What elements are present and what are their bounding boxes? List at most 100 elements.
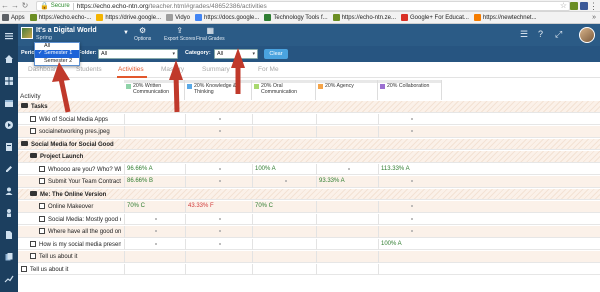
chart-icon[interactable] bbox=[4, 274, 14, 284]
grade-cell[interactable] bbox=[185, 213, 252, 225]
bookmark-item[interactable]: Apps bbox=[2, 14, 25, 21]
activity-row[interactable]: Wiki of Social Media Apps bbox=[18, 113, 600, 125]
tab-dashboard[interactable]: Dashboard bbox=[28, 66, 60, 73]
category-column-header[interactable]: 20% Oral Communication bbox=[252, 80, 316, 100]
menu-icon[interactable] bbox=[4, 31, 14, 41]
activity-row[interactable]: Tell us about it bbox=[18, 263, 600, 275]
period-option[interactable]: ✓ Semester 1 bbox=[35, 50, 79, 58]
grade-cell[interactable] bbox=[378, 251, 442, 263]
activity-name[interactable]: Submit Your Team Contract bbox=[39, 178, 121, 185]
clear-button[interactable]: Clear bbox=[264, 49, 288, 59]
course-switcher-caret-icon[interactable]: ▼ bbox=[123, 30, 129, 36]
tab-mastery[interactable]: Mastery bbox=[161, 66, 184, 73]
grade-cell[interactable]: 70% C bbox=[252, 201, 316, 213]
bookmark-item[interactable]: Vidyo bbox=[166, 14, 190, 21]
course-title[interactable]: It's a Digital World bbox=[36, 27, 97, 34]
extension-icon[interactable] bbox=[580, 2, 588, 10]
grade-cell[interactable] bbox=[252, 251, 316, 263]
grade-cell[interactable] bbox=[185, 163, 252, 175]
folder-row[interactable]: Social Media for Social Good bbox=[18, 138, 600, 150]
activity-name[interactable]: Tasks bbox=[21, 103, 121, 110]
grade-cell[interactable] bbox=[316, 163, 378, 175]
grade-cell[interactable] bbox=[252, 263, 316, 275]
grade-cell[interactable] bbox=[378, 201, 442, 213]
bookmark-star-icon[interactable]: ☆ bbox=[560, 0, 567, 12]
grade-cell[interactable]: 93.33% A bbox=[316, 176, 378, 188]
activity-name[interactable]: Social Media: Mostly good o bbox=[39, 215, 121, 223]
category-select[interactable]: All ▾ bbox=[214, 49, 258, 59]
grade-cell[interactable]: 70% C bbox=[124, 201, 185, 213]
grade-cell[interactable] bbox=[316, 238, 378, 250]
folder-row[interactable]: Project Launch bbox=[18, 151, 600, 163]
group-icon[interactable] bbox=[4, 186, 14, 196]
activity-row[interactable]: Online Makeover 70% C 43.33% F 70% C bbox=[18, 201, 600, 213]
activity-row[interactable]: Social Media: Mostly good o bbox=[18, 213, 600, 225]
pencil-icon[interactable] bbox=[4, 164, 14, 174]
grade-cell[interactable] bbox=[185, 176, 252, 188]
more-bookmarks-icon[interactable]: » bbox=[592, 12, 596, 24]
extension-icon[interactable] bbox=[570, 2, 578, 10]
grade-cell[interactable] bbox=[124, 263, 185, 275]
grade-cell[interactable] bbox=[124, 113, 185, 125]
home-icon[interactable] bbox=[4, 54, 14, 64]
activity-name[interactable]: Me: The Online Version bbox=[30, 190, 121, 198]
final-grades-button[interactable]: ▦ Final Grades bbox=[196, 26, 225, 42]
activity-row[interactable]: socialnetworking pres.jpeg bbox=[18, 126, 600, 138]
grade-cell[interactable] bbox=[252, 176, 316, 188]
grade-cell[interactable] bbox=[378, 263, 442, 275]
bookmark-item[interactable]: Technology Tools f... bbox=[264, 14, 328, 21]
grade-cell[interactable] bbox=[252, 226, 316, 238]
help-icon[interactable]: ? bbox=[538, 29, 543, 39]
activity-name[interactable]: How is my social media presenc bbox=[30, 240, 121, 248]
activity-name[interactable]: Project Launch bbox=[30, 153, 121, 160]
grade-cell[interactable] bbox=[252, 126, 316, 138]
grade-cell[interactable] bbox=[316, 213, 378, 225]
activity-name[interactable]: Tell us about it bbox=[30, 253, 121, 260]
category-column-header[interactable]: 20% Written Communication bbox=[124, 80, 185, 100]
grade-cell[interactable]: 86.66% B bbox=[124, 176, 185, 188]
person-icon[interactable] bbox=[4, 208, 14, 218]
forward-icon[interactable]: → bbox=[10, 0, 20, 12]
grade-cell[interactable] bbox=[185, 226, 252, 238]
grade-cell[interactable] bbox=[378, 113, 442, 125]
activity-row[interactable]: Where have all the good one bbox=[18, 226, 600, 238]
grade-cell[interactable] bbox=[252, 238, 316, 250]
folder-select[interactable]: All ▾ bbox=[98, 49, 178, 59]
bookmark-item[interactable]: https://drive.google... bbox=[96, 14, 161, 21]
grade-cell[interactable] bbox=[124, 251, 185, 263]
avatar[interactable] bbox=[579, 27, 595, 43]
grade-cell[interactable] bbox=[252, 213, 316, 225]
period-option[interactable]: All bbox=[35, 43, 79, 50]
tab-for-me[interactable]: For Me bbox=[258, 66, 279, 73]
grade-cell[interactable]: 100% A bbox=[378, 238, 442, 250]
activity-name[interactable]: Social Media for Social Good bbox=[21, 140, 121, 148]
activity-name[interactable]: Where have all the good one bbox=[39, 228, 121, 235]
play-icon[interactable] bbox=[4, 120, 14, 130]
activity-row[interactable]: Tell us about it bbox=[18, 251, 600, 263]
grade-cell[interactable] bbox=[378, 213, 442, 225]
grade-cell[interactable] bbox=[124, 213, 185, 225]
activity-name[interactable]: Whoooo are you? Who? Wh bbox=[39, 165, 121, 173]
grade-cell[interactable] bbox=[378, 226, 442, 238]
grade-cell[interactable] bbox=[185, 126, 252, 138]
tab-students[interactable]: Students bbox=[76, 66, 102, 73]
address-bar[interactable]: 🔒 Secure https://echo.echo-ntn.org/teach… bbox=[36, 1, 570, 11]
grade-cell[interactable] bbox=[124, 238, 185, 250]
period-dropdown[interactable]: All ✓ Semester 1 Semester 2 bbox=[34, 42, 80, 66]
grade-cell[interactable]: 43.33% F bbox=[185, 201, 252, 213]
activity-name[interactable]: Tell us about it bbox=[21, 265, 121, 273]
bookmark-item[interactable]: Google+ For Educat... bbox=[401, 14, 469, 21]
category-column-header[interactable]: 20% Collaboration bbox=[378, 80, 442, 100]
grade-cell[interactable] bbox=[378, 176, 442, 188]
bookmark-item[interactable]: https://echo-ntn.ze... bbox=[332, 14, 396, 21]
export-scores-button[interactable]: ⇪ Export Scores bbox=[164, 26, 195, 42]
grade-cell[interactable] bbox=[185, 238, 252, 250]
calendar-icon[interactable] bbox=[4, 98, 14, 108]
activity-row[interactable]: Whoooo are you? Who? Wh 96.66% A 100% A 113… bbox=[18, 163, 600, 175]
list-icon[interactable]: ☰ bbox=[520, 29, 528, 39]
tab-summary[interactable]: Summary bbox=[202, 66, 230, 73]
browser-menu-icon[interactable]: ⋮ bbox=[589, 0, 598, 12]
activity-name[interactable]: Wiki of Social Media Apps bbox=[30, 115, 121, 123]
activity-name[interactable]: socialnetworking pres.jpeg bbox=[30, 128, 121, 135]
grade-cell[interactable] bbox=[124, 126, 185, 138]
